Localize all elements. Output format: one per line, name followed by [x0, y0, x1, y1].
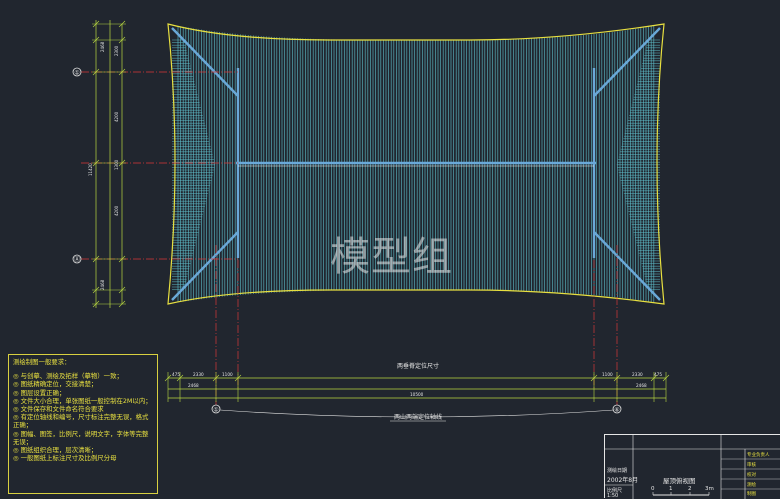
date-value: 2002年8月	[607, 477, 639, 484]
notes-line: ◎ 一般图纸上标注尺寸及比例尺分母	[13, 454, 117, 463]
vdim-2: 4200	[114, 111, 119, 122]
scale-mark: 1	[669, 486, 673, 492]
dim-row3-0: 10500	[410, 392, 424, 397]
dim-row1-0: 475	[172, 372, 180, 377]
tb-row: 制图	[747, 492, 756, 497]
axis-label-bottom-right: ⑥	[614, 407, 619, 414]
scale-mark: 3m	[705, 486, 714, 492]
drawing-requirements-notes: 测绘制图一般要求： ◎ 与创摹、测绘及拓样（摹物）一致； ◎ 图纸精确定位，交接…	[8, 354, 158, 494]
watermark-text: 模型组	[330, 234, 453, 280]
notes-line: ◎ 图幅、图签，比例尺，说明文字，字体等完整无误；	[13, 429, 149, 446]
vdim-3: 1300	[114, 159, 119, 170]
date-label: 测绘日期	[607, 468, 628, 474]
tb-row: 专业负责人	[747, 453, 770, 458]
scale-mark: 0	[651, 486, 655, 492]
dim-row2-0: 2468	[188, 383, 199, 388]
notes-line: ◎ 有定位轴线和编号，尺寸标注完整无误，格式正确；	[13, 413, 149, 430]
tb-row: 校对	[747, 473, 756, 478]
vdim-4: 4200	[114, 205, 119, 216]
scale-value: 1:50	[607, 493, 619, 499]
horizontal-dimensions	[164, 372, 670, 402]
notes-line: ◎ 图纸精确定位，交接清楚；	[13, 380, 98, 389]
dim-row1-3: 1100	[602, 372, 613, 377]
vdim-5: 2468	[100, 279, 105, 290]
notes-title: 测绘制图一般要求：	[13, 358, 71, 366]
dim-row1-4: 2330	[632, 372, 643, 377]
axis-label-bottom-left: ①	[213, 407, 218, 414]
scale-mark: 2	[688, 486, 692, 492]
notes-line: ◎ 图纸组织合理，层次清晰；	[13, 446, 98, 455]
axis-label-left-bottom: Ⓐ	[74, 256, 80, 264]
tb-row: 审核	[747, 463, 756, 468]
vdim-1: 2300	[114, 45, 119, 56]
tb-row: 测绘	[747, 483, 756, 488]
notes-line: ◎ 图层设置正确；	[13, 388, 66, 397]
axis-label-left-top: ①	[74, 70, 79, 77]
vertical-dimensions	[92, 20, 126, 308]
dim-row1-2: 1100	[222, 372, 233, 377]
drawing-name: 屋顶俯视图	[663, 477, 696, 485]
dim-row2-1: 2468	[636, 383, 647, 388]
dim-title-upper: 两垂脊定位尺寸	[397, 362, 439, 370]
vdim-total: 11420	[88, 163, 93, 176]
vdim-0: 2468	[100, 41, 105, 52]
dim-row1-1: 2330	[193, 372, 204, 377]
notes-line: ◎ 文件保存和文件命名符合要求	[13, 405, 104, 414]
title-block: 测绘日期 2002年8月 比例尺 1:50 屋顶俯视图 0 1 2 3m 专业负…	[604, 434, 780, 499]
dim-row1-5: 475	[654, 372, 662, 377]
notes-line: ◎ 文件大小合理，单张图纸一般控制在2M以内；	[13, 396, 152, 405]
